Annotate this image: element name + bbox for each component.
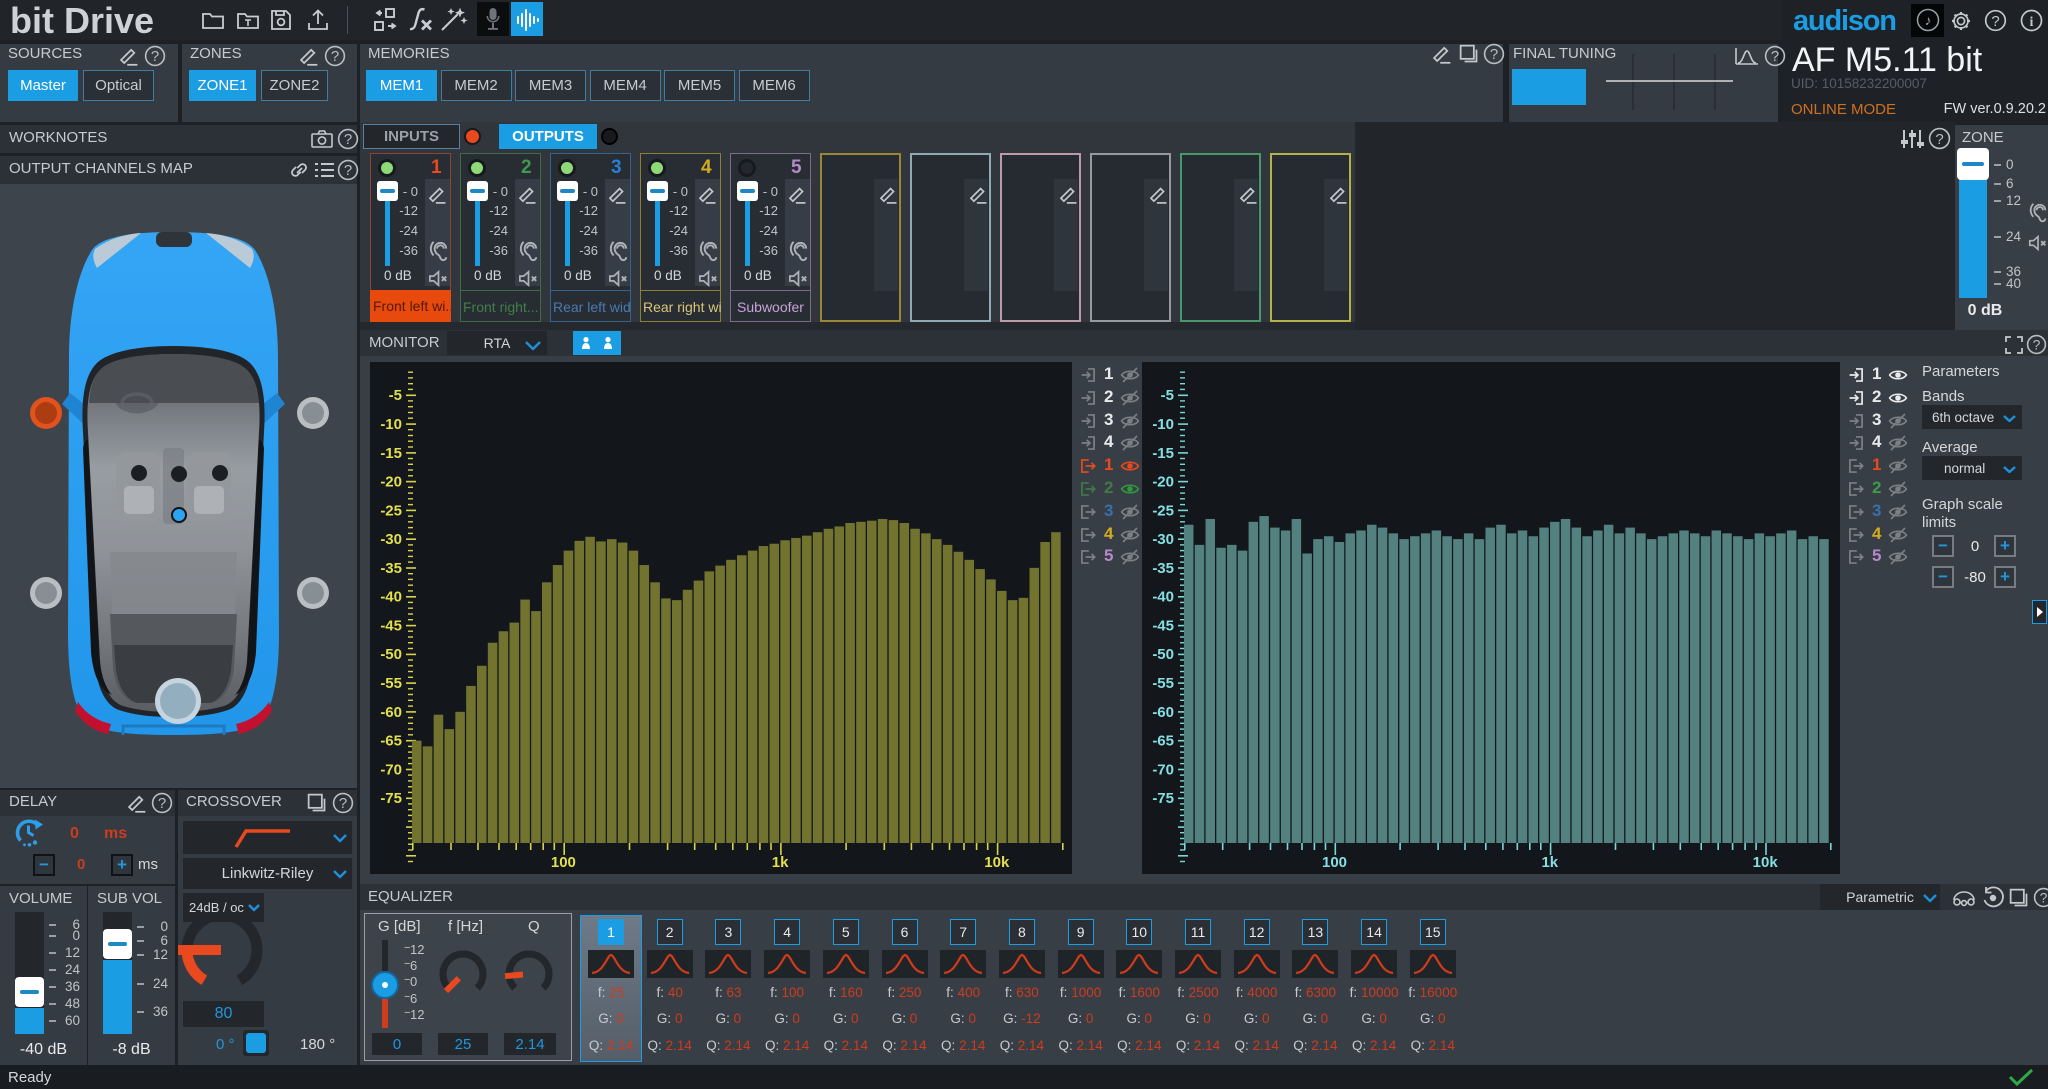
svg-text:♪: ♪	[1925, 12, 1932, 28]
svg-text:-30: -30	[1152, 531, 1174, 548]
svg-text:?: ?	[1991, 13, 1999, 30]
svg-text:?: ?	[339, 795, 347, 812]
svg-text:-75: -75	[380, 790, 402, 807]
svg-text:-15: -15	[1152, 445, 1174, 462]
svg-text:?: ?	[2040, 889, 2048, 905]
svg-text:-65: -65	[380, 733, 402, 750]
svg-text:100: 100	[551, 854, 576, 871]
svg-text:-35: -35	[1152, 560, 1174, 577]
svg-text:-55: -55	[1152, 675, 1174, 692]
svg-text:-40: -40	[380, 589, 402, 606]
svg-text:1k: 1k	[1541, 854, 1558, 871]
svg-text:-75: -75	[1152, 790, 1174, 807]
svg-text:-35: -35	[380, 560, 402, 577]
svg-text:-5: -5	[1161, 387, 1174, 404]
svg-text:-25: -25	[1152, 502, 1174, 519]
svg-text:-60: -60	[380, 704, 402, 721]
svg-text:-45: -45	[1152, 618, 1174, 635]
svg-text:-50: -50	[1152, 646, 1174, 663]
svg-text:?: ?	[151, 48, 159, 65]
svg-text:-70: -70	[1152, 761, 1174, 778]
svg-text:-50: -50	[380, 646, 402, 663]
svg-text:1k: 1k	[772, 854, 789, 871]
svg-text:-40: -40	[1152, 589, 1174, 606]
svg-text:100: 100	[1322, 854, 1347, 871]
svg-text:?: ?	[1771, 48, 1779, 65]
svg-text:-30: -30	[380, 531, 402, 548]
svg-text:-60: -60	[1152, 704, 1174, 721]
svg-text:-20: -20	[380, 474, 402, 491]
svg-text:-45: -45	[380, 618, 402, 635]
svg-text:-20: -20	[1152, 474, 1174, 491]
svg-text:-65: -65	[1152, 733, 1174, 750]
svg-text:?: ?	[1490, 46, 1498, 63]
svg-text:10k: 10k	[984, 854, 1010, 871]
svg-text:?: ?	[344, 131, 352, 148]
svg-text:?: ?	[331, 48, 339, 65]
svg-text:?: ?	[158, 795, 166, 812]
svg-text:-10: -10	[1152, 416, 1174, 433]
svg-text:i: i	[2030, 15, 2034, 30]
svg-text:-25: -25	[380, 502, 402, 519]
svg-text:-55: -55	[380, 675, 402, 692]
svg-text:-10: -10	[380, 416, 402, 433]
svg-text:-15: -15	[380, 445, 402, 462]
svg-text:?: ?	[2033, 336, 2041, 352]
svg-text:?: ?	[1935, 131, 1943, 148]
svg-text:-70: -70	[380, 761, 402, 778]
svg-text:10k: 10k	[1753, 854, 1779, 871]
svg-text:?: ?	[344, 162, 352, 179]
svg-text:-5: -5	[389, 387, 402, 404]
